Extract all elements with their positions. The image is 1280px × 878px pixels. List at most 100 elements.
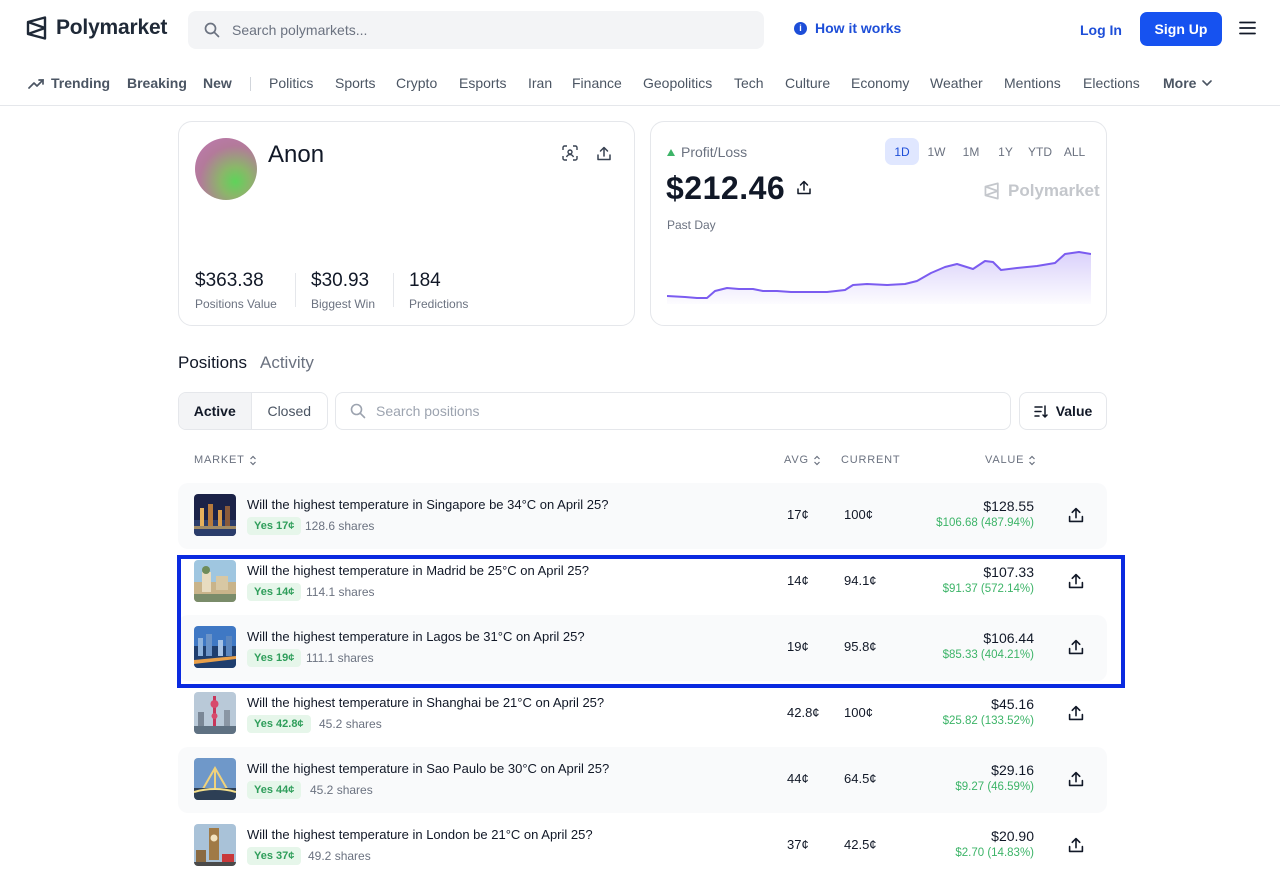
market-search[interactable] — [188, 11, 764, 49]
filter-active-button[interactable]: Active — [179, 393, 252, 429]
market-title[interactable]: Will the highest temperature in Shanghai… — [247, 695, 604, 710]
signup-button[interactable]: Sign Up — [1140, 12, 1222, 46]
avg-price: 14¢ — [787, 573, 809, 588]
shares-count: 49.2 shares — [308, 849, 371, 863]
position-value: $128.55 — [983, 498, 1034, 514]
sort-button[interactable]: Value — [1019, 392, 1107, 430]
column-avg-header[interactable]: AVG — [784, 454, 821, 466]
nav-economy[interactable]: Economy — [851, 75, 909, 91]
nav-crypto[interactable]: Crypto — [396, 75, 437, 91]
nav-elections[interactable]: Elections — [1083, 75, 1140, 91]
share-icon[interactable] — [1068, 771, 1084, 787]
sort-icon — [1033, 404, 1048, 418]
share-icon[interactable] — [1068, 507, 1084, 523]
info-icon: i — [794, 21, 807, 35]
position-row[interactable]: Will the highest temperature in Sao Paul… — [178, 747, 1107, 813]
nav-finance[interactable]: Finance — [572, 75, 622, 91]
predictions-value: 184 — [409, 270, 441, 291]
shares-count: 128.6 shares — [305, 519, 375, 533]
position-row[interactable]: Will the highest temperature in London b… — [178, 813, 1107, 878]
period-label: Past Day — [667, 218, 716, 232]
scan-qr-button[interactable] — [560, 143, 580, 163]
positions-search[interactable] — [335, 392, 1011, 430]
nav-politics[interactable]: Politics — [269, 75, 313, 91]
positions-search-input[interactable] — [376, 403, 976, 419]
market-title[interactable]: Will the highest temperature in Lagos be… — [247, 629, 585, 644]
biggest-win-stat: $30.93 Biggest Win — [311, 270, 375, 311]
how-it-works-link[interactable]: i How it works — [794, 20, 901, 36]
share-icon[interactable] — [1068, 573, 1084, 589]
market-title[interactable]: Will the highest temperature in Singapor… — [247, 497, 608, 512]
nav-trending[interactable]: Trending — [51, 75, 110, 91]
nav-iran[interactable]: Iran — [528, 75, 552, 91]
menu-icon[interactable] — [1239, 21, 1256, 35]
market-title[interactable]: Will the highest temperature in Madrid b… — [247, 563, 589, 578]
sort-arrows-icon — [249, 455, 256, 465]
search-icon — [204, 22, 220, 38]
nav-weather[interactable]: Weather — [930, 75, 983, 91]
nav-breaking[interactable]: Breaking — [127, 75, 187, 91]
range-1d[interactable]: 1D — [885, 138, 919, 165]
position-row[interactable]: Will the highest temperature in Madrid b… — [178, 549, 1107, 615]
nav-more[interactable]: More — [1163, 75, 1196, 91]
position-pnl: $25.82 (133.52%) — [942, 715, 1034, 727]
position-row[interactable]: Will the highest temperature in Singapor… — [178, 483, 1107, 549]
current-price: 100¢ — [844, 507, 873, 522]
shares-count: 114.1 shares — [306, 585, 375, 599]
market-title[interactable]: Will the highest temperature in Sao Paul… — [247, 761, 609, 776]
market-thumbnail — [194, 824, 236, 866]
tab-activity[interactable]: Activity — [260, 353, 314, 373]
biggest-win-value: $30.93 — [311, 270, 370, 291]
column-current-label: CURRENT — [841, 454, 901, 466]
position-row[interactable]: Will the highest temperature in Shanghai… — [178, 681, 1107, 747]
nav-geopolitics[interactable]: Geopolitics — [643, 75, 712, 91]
range-ytd[interactable]: YTD — [1023, 138, 1057, 165]
range-all[interactable]: ALL — [1058, 138, 1092, 165]
avatar — [195, 138, 257, 200]
logo[interactable]: Polymarket — [26, 16, 167, 40]
range-1w[interactable]: 1W — [920, 138, 954, 165]
column-avg-label: AVG — [784, 454, 809, 466]
share-icon[interactable] — [1068, 639, 1084, 655]
share-icon[interactable] — [1068, 705, 1084, 721]
nav-sports[interactable]: Sports — [335, 75, 375, 91]
position-pnl: $2.70 (14.83%) — [955, 847, 1034, 859]
category-nav: Trending Breaking New Politics Sports Cr… — [0, 58, 1280, 106]
nav-mentions[interactable]: Mentions — [1004, 75, 1061, 91]
positions-value: $363.38 — [195, 270, 264, 291]
nav-new[interactable]: New — [203, 75, 232, 91]
market-thumbnail — [194, 626, 236, 668]
profit-loss-sparkline — [667, 251, 1091, 304]
filter-closed-button[interactable]: Closed — [252, 393, 327, 429]
column-market-header[interactable]: MARKET — [194, 454, 257, 466]
brand-name: Polymarket — [56, 16, 168, 39]
share-icon[interactable] — [1068, 837, 1084, 853]
predictions-stat: 184 Predictions — [409, 270, 468, 311]
market-thumbnail — [194, 758, 236, 800]
range-1m[interactable]: 1M — [954, 138, 988, 165]
market-thumbnail — [194, 560, 236, 602]
watermark-text: Polymarket — [1008, 181, 1100, 200]
avg-price: 17¢ — [787, 507, 809, 522]
column-value-header[interactable]: VALUE — [985, 454, 1036, 466]
tab-positions[interactable]: Positions — [178, 353, 247, 373]
login-button[interactable]: Log In — [1066, 13, 1136, 46]
nav-tech[interactable]: Tech — [734, 75, 764, 91]
current-price: 42.5¢ — [844, 837, 877, 852]
market-thumbnail — [194, 494, 236, 536]
range-1y[interactable]: 1Y — [989, 138, 1023, 165]
outcome-badge: Yes 44¢ — [247, 781, 302, 799]
predictions-label: Predictions — [409, 297, 469, 311]
current-price: 95.8¢ — [844, 639, 877, 654]
share-pnl-button[interactable] — [797, 180, 811, 200]
nav-divider — [250, 77, 251, 91]
profit-loss-value: $212.46 — [666, 170, 786, 206]
position-value: $29.16 — [991, 762, 1034, 778]
share-profile-button[interactable] — [594, 143, 614, 163]
position-row[interactable]: Will the highest temperature in Lagos be… — [178, 615, 1107, 681]
nav-esports[interactable]: Esports — [459, 75, 506, 91]
search-input[interactable] — [232, 22, 712, 38]
polymarket-watermark: Polymarket — [984, 181, 1100, 201]
market-title[interactable]: Will the highest temperature in London b… — [247, 827, 593, 842]
nav-culture[interactable]: Culture — [785, 75, 830, 91]
